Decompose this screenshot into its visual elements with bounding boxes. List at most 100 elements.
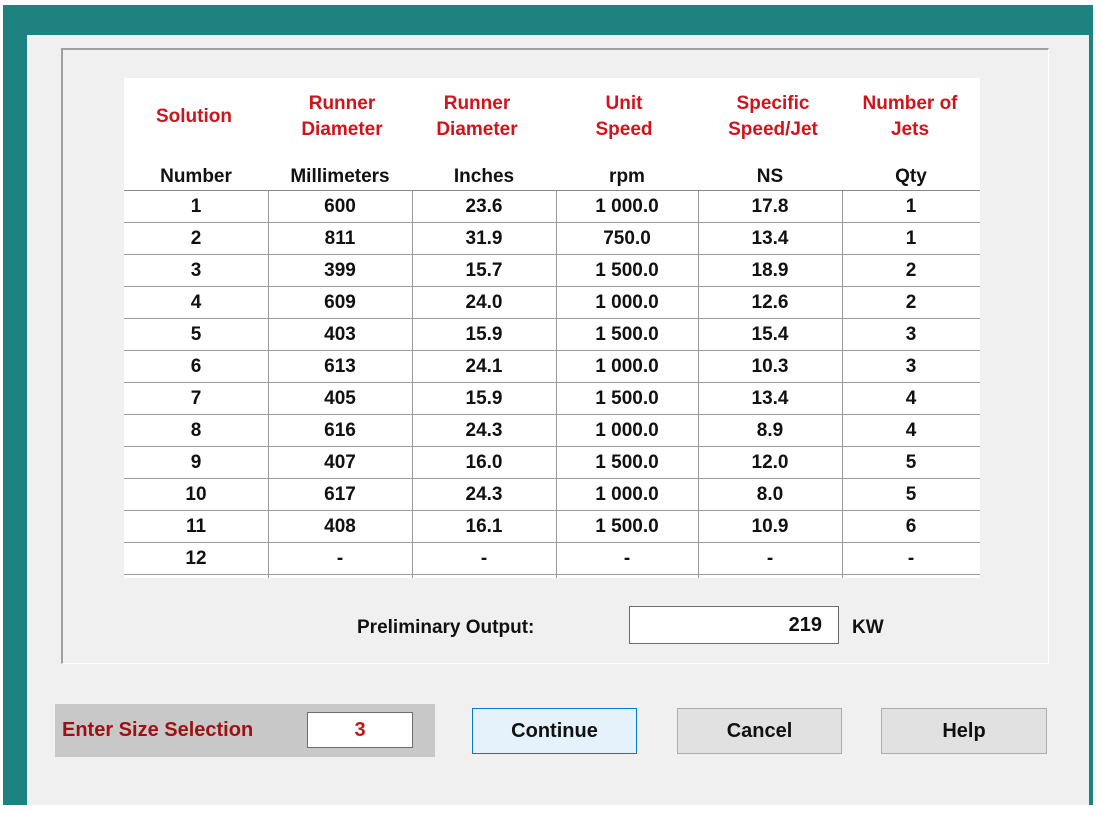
table-cell: 750.0 — [603, 228, 651, 249]
table-cell: - — [766, 548, 774, 569]
table-cell: 600 — [324, 196, 356, 217]
table-row[interactable]: 4 609 24.0 1 000.0 12.6 2 — [124, 287, 980, 319]
table-cell: 10 — [185, 484, 207, 505]
table-cell: 617 — [324, 484, 356, 505]
column-unit-2: Inches — [453, 166, 515, 187]
column-divider — [556, 191, 557, 578]
column-unit-3: rpm — [609, 166, 645, 187]
size-selection-label: Enter Size Selection — [62, 719, 254, 741]
table-row[interactable]: 11 408 16.1 1 500.0 10.9 6 — [124, 511, 980, 543]
table-cell: 1 000.0 — [595, 420, 659, 441]
table-cell: 609 — [324, 292, 356, 313]
table-row[interactable]: 1 600 23.6 1 000.0 17.8 1 — [124, 191, 980, 223]
table-cell: 12.0 — [751, 452, 789, 473]
table-row[interactable]: 5 403 15.9 1 500.0 15.4 3 — [124, 319, 980, 351]
table-row[interactable]: 6 613 24.1 1 000.0 10.3 3 — [124, 351, 980, 383]
table-cell: - — [907, 548, 915, 569]
table-cell: 24.1 — [465, 356, 503, 377]
table-cell: 1 500.0 — [595, 260, 659, 281]
table-cell: 1 500.0 — [595, 516, 659, 537]
table-cell: 24.0 — [465, 292, 503, 313]
table-cell: 8 — [190, 420, 202, 441]
table-row[interactable]: 2 811 31.9 750.0 13.4 1 — [124, 223, 980, 255]
table-cell: 1 — [905, 196, 917, 217]
column-header-5: Number of Jets — [862, 93, 958, 140]
preliminary-output-label: Preliminary Output: — [357, 617, 535, 638]
table-cell: 3 — [190, 260, 202, 281]
units-row: Number Millimeters Inches rpm NS Qty — [124, 164, 980, 190]
column-header-1: Runner Diameter — [301, 93, 383, 140]
table-cell: 403 — [324, 324, 356, 345]
column-header-2: Runner Diameter — [436, 93, 518, 140]
table-cell: 13.4 — [751, 388, 789, 409]
table-cell: 5 — [190, 324, 202, 345]
table-cell: 15.9 — [465, 388, 503, 409]
preliminary-output-unit: KW — [852, 617, 884, 638]
table-cell: 9 — [190, 452, 202, 473]
table-cell: 613 — [324, 356, 356, 377]
cancel-button[interactable]: Cancel — [677, 708, 842, 754]
table-cell: 16.1 — [465, 516, 503, 537]
table-cell: 8.0 — [756, 484, 784, 505]
solutions-grid: Number Millimeters Inches rpm NS Qty 1 600 23.6… — [124, 78, 980, 578]
table-cell: 10.3 — [751, 356, 789, 377]
table-cell: 16.0 — [465, 452, 503, 473]
size-selection-panel: Enter Size Selection 3 — [55, 704, 435, 757]
column-unit-5: Qty — [895, 166, 927, 187]
table-cell: 6 — [905, 516, 917, 537]
size-selection-input[interactable]: 3 — [307, 712, 413, 748]
table-cell: 399 — [324, 260, 356, 281]
table-cell: - — [623, 548, 631, 569]
table-cell: 3 — [905, 356, 917, 377]
table-cell: 405 — [324, 388, 356, 409]
column-unit-4: NS — [756, 166, 784, 187]
table-cell: 1 000.0 — [595, 292, 659, 313]
column-unit-1: Millimeters — [290, 166, 390, 187]
table-row[interactable]: 12 - - - - - — [124, 543, 980, 575]
table-cell: 5 — [905, 452, 917, 473]
column-divider — [268, 191, 269, 578]
column-header-0: Solution — [156, 106, 232, 127]
table-cell: 1 500.0 — [595, 388, 659, 409]
table-cell: 1 — [905, 228, 917, 249]
table-cell: 17.8 — [751, 196, 789, 217]
table-row[interactable]: 3 399 15.7 1 500.0 18.9 2 — [124, 255, 980, 287]
table-cell: 1 500.0 — [595, 452, 659, 473]
table-cell: 24.3 — [465, 484, 503, 505]
continue-button[interactable]: Continue — [472, 708, 637, 754]
column-header-4: Specific Speed/Jet — [728, 93, 818, 140]
table-row[interactable]: 7 405 15.9 1 500.0 13.4 4 — [124, 383, 980, 415]
table-cell: 11 — [185, 516, 207, 537]
column-divider — [842, 191, 843, 578]
table-cell: 5 — [905, 484, 917, 505]
table-cell: 2 — [905, 260, 917, 281]
table-cell: 1 000.0 — [595, 196, 659, 217]
column-header-3: Unit Speed — [595, 93, 653, 140]
column-divider — [412, 191, 413, 578]
column-unit-0: Number — [160, 166, 232, 187]
table-cell: 12.6 — [751, 292, 789, 313]
table-cell: 18.9 — [751, 260, 789, 281]
table-cell: 616 — [324, 420, 356, 441]
table-cell: 1 — [190, 196, 202, 217]
table-cell: 3 — [905, 324, 917, 345]
table-cell: 1 000.0 — [595, 484, 659, 505]
table-cell: 13.4 — [751, 228, 789, 249]
preliminary-output-field: 219 — [629, 606, 839, 644]
table-cell: 31.9 — [465, 228, 503, 249]
table-row[interactable]: 8 616 24.3 1 000.0 8.9 4 — [124, 415, 980, 447]
table-cell: 407 — [324, 452, 356, 473]
table-cell: 23.6 — [465, 196, 503, 217]
table-cell: 2 — [190, 228, 202, 249]
table-cell: 2 — [905, 292, 917, 313]
table-cell: 15.7 — [465, 260, 503, 281]
table-cell: 4 — [905, 420, 917, 441]
table-cell: 811 — [324, 228, 356, 249]
table-cell: 1 500.0 — [595, 324, 659, 345]
table-cell: 12 — [185, 548, 207, 569]
table-cell: 24.3 — [465, 420, 503, 441]
help-button[interactable]: Help — [881, 708, 1047, 754]
table-cell: 408 — [324, 516, 356, 537]
table-row[interactable]: 10 617 24.3 1 000.0 8.0 5 — [124, 479, 980, 511]
table-row[interactable]: 9 407 16.0 1 500.0 12.0 5 — [124, 447, 980, 479]
